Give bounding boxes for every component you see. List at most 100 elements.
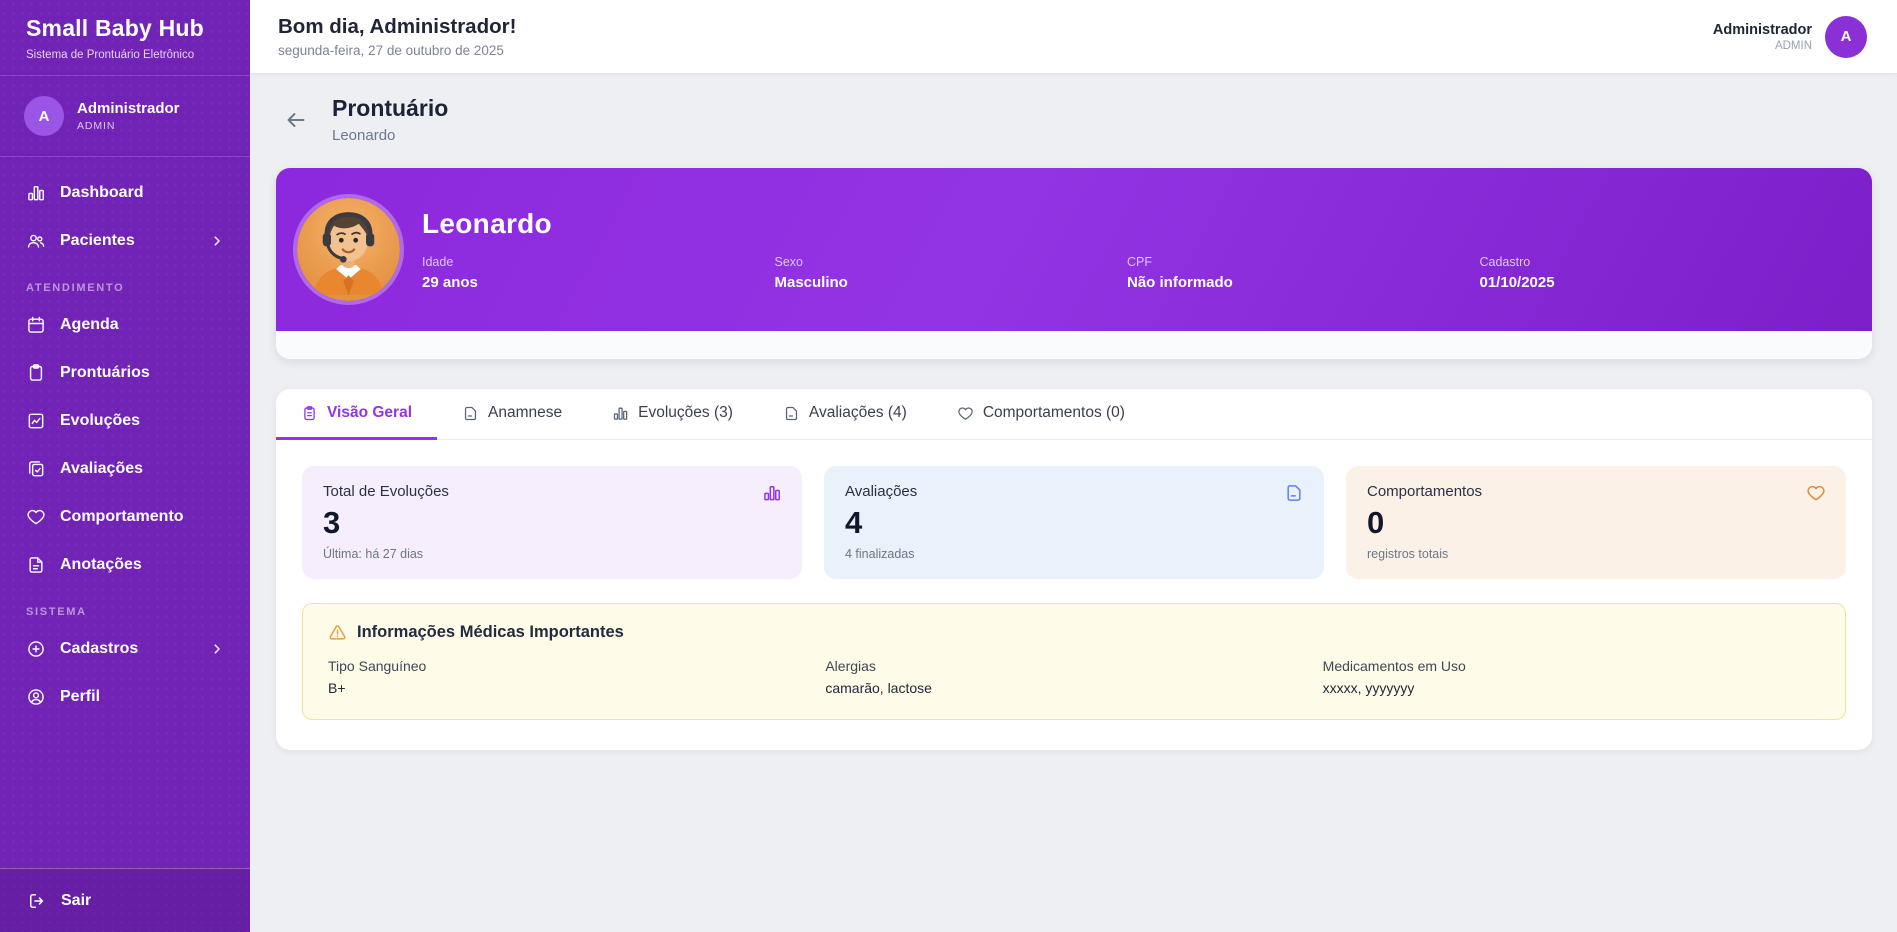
sidebar-item-label: Pacientes: [60, 232, 135, 249]
stat-subtext: Última: há 27 dias: [323, 547, 424, 562]
tab-anamnese[interactable]: Anamnese: [437, 389, 587, 440]
tab-avaliacoes[interactable]: Avaliações (4): [758, 389, 932, 440]
patient-banner: Leonardo Idade 29 anos Sexo Masculino CP…: [276, 168, 1872, 331]
record-card: Visão Geral Anamnese Evoluções (3) Avali…: [276, 389, 1872, 750]
note-icon: [26, 555, 46, 575]
sidebar-item-dashboard[interactable]: Dashboard: [13, 169, 237, 217]
stat-value: 0: [1367, 505, 1385, 540]
heart-icon: [1806, 483, 1826, 503]
stat-card-avaliacoes: Avaliações 4 4 finalizadas: [824, 466, 1324, 579]
stat-card-evolucoes: Total de Evoluções 3 Última: há 27 dias: [302, 466, 802, 579]
stat-label: Total de Evoluções: [323, 483, 449, 500]
heart-icon: [957, 405, 974, 422]
arrow-left-icon: [284, 108, 308, 132]
document-icon: [783, 405, 800, 422]
sidebar-nav: Dashboard Pacientes ATENDIMENTO Agenda P…: [0, 157, 250, 721]
sidebar-item-label: Anotações: [60, 556, 142, 573]
logout-label: Sair: [61, 891, 92, 909]
sidebar-item-avaliacoes[interactable]: Avaliações: [13, 445, 237, 493]
clipboard-icon: [301, 405, 318, 422]
calendar-icon: [26, 315, 46, 335]
sidebar-item-label: Perfil: [60, 688, 101, 705]
sidebar-user-card: A Administrador ADMIN: [0, 76, 250, 157]
patient-banner-footer: [276, 331, 1872, 359]
field-label: Idade: [422, 255, 454, 269]
field-label: Medicamentos em Uso: [1322, 658, 1466, 674]
sidebar-logout-section: Sair: [0, 868, 250, 932]
field-value: xxxxx, yyyyyyy: [1322, 680, 1415, 696]
bar-chart-icon: [26, 183, 46, 203]
field-value: camarão, lactose: [825, 680, 932, 696]
app-title: Small Baby Hub: [26, 15, 204, 41]
sidebar-item-label: Avaliações: [60, 460, 144, 477]
sidebar-item-label: Dashboard: [60, 184, 144, 201]
tab-comportamentos[interactable]: Comportamentos (0): [932, 389, 1150, 440]
medical-field-medicamentos: Medicamentos em Uso xxxxx, yyyyyyy: [1323, 658, 1820, 696]
sidebar-section-atendimento: ATENDIMENTO: [26, 282, 125, 294]
sidebar: Small Baby Hub Sistema de Prontuário Ele…: [0, 0, 250, 932]
sidebar-item-agenda[interactable]: Agenda: [13, 301, 237, 349]
back-button[interactable]: [284, 108, 308, 132]
patient-field-cpf: CPF Não informado: [1127, 255, 1480, 291]
field-value: Não informado: [1127, 274, 1233, 291]
avatar: A: [24, 96, 64, 136]
tab-visao-geral[interactable]: Visão Geral: [276, 389, 438, 440]
sidebar-item-evolucoes[interactable]: Evoluções: [13, 397, 237, 445]
bar-chart-icon: [612, 405, 629, 422]
main-content: Prontuário Leonardo Leonardo Idade 29 an…: [250, 73, 1897, 932]
field-value: 29 anos: [422, 274, 478, 291]
sidebar-item-label: Agenda: [60, 316, 119, 333]
tabs-bar: Visão Geral Anamnese Evoluções (3) Avali…: [276, 389, 1872, 440]
bar-chart-icon: [762, 483, 782, 503]
medical-info-box: Informações Médicas Importantes Tipo San…: [302, 603, 1846, 720]
medical-info-title: Informações Médicas Importantes: [357, 623, 624, 641]
trend-chart-icon: [26, 411, 46, 431]
tab-label: Visão Geral: [327, 404, 413, 421]
avatar[interactable]: A: [1825, 15, 1867, 58]
stats-row: Total de Evoluções 3 Última: há 27 dias …: [302, 466, 1846, 579]
medical-field-tipo-sanguineo: Tipo Sanguíneo B+: [328, 658, 825, 696]
header-user-role: ADMIN: [1774, 39, 1812, 52]
sidebar-user-name: Administrador: [77, 100, 180, 117]
field-value: 01/10/2025: [1479, 274, 1555, 291]
clipboard-icon: [26, 363, 46, 383]
field-label: Alergias: [825, 658, 876, 674]
sidebar-item-label: Cadastros: [60, 640, 139, 657]
logout-icon: [27, 891, 47, 911]
user-circle-icon: [26, 687, 46, 707]
greeting-title: Bom dia, Administrador!: [278, 15, 517, 38]
tab-label: Anamnese: [488, 404, 563, 421]
sidebar-item-comportamento[interactable]: Comportamento: [13, 493, 237, 541]
app-tagline: Sistema de Prontuário Eletrônico: [26, 49, 195, 61]
sidebar-item-label: Prontuários: [60, 364, 150, 381]
stat-subtext: 4 finalizadas: [845, 547, 915, 562]
sidebar-section-sistema: SISTEMA: [26, 606, 87, 618]
field-label: Cadastro: [1479, 255, 1531, 269]
sidebar-item-cadastros[interactable]: Cadastros: [13, 625, 237, 673]
stat-card-comportamentos: Comportamentos 0 registros totais: [1346, 466, 1846, 579]
logout-button[interactable]: Sair: [0, 869, 250, 932]
top-header: Bom dia, Administrador! segunda-feira, 2…: [250, 0, 1897, 73]
page-header: Prontuário Leonardo: [276, 95, 1872, 144]
field-label: Sexo: [774, 255, 804, 269]
sidebar-item-pacientes[interactable]: Pacientes: [13, 217, 237, 265]
sidebar-item-perfil[interactable]: Perfil: [13, 673, 237, 721]
sidebar-user-role: ADMIN: [77, 120, 116, 132]
stat-label: Comportamentos: [1367, 483, 1483, 500]
sidebar-item-prontuarios[interactable]: Prontuários: [13, 349, 237, 397]
stat-subtext: registros totais: [1367, 547, 1449, 562]
header-user-menu[interactable]: Administrador ADMIN A: [1713, 15, 1867, 58]
warning-triangle-icon: [328, 623, 347, 642]
patient-name: Leonardo: [422, 208, 552, 239]
stat-value: 3: [323, 505, 341, 540]
sidebar-item-label: Comportamento: [60, 508, 184, 525]
page-title: Prontuário: [332, 95, 449, 121]
tab-evolucoes[interactable]: Evoluções (3): [587, 389, 758, 440]
sidebar-item-label: Evoluções: [60, 412, 141, 429]
plus-circle-icon: [26, 639, 46, 659]
patient-info: Leonardo Idade 29 anos Sexo Masculino CP…: [422, 208, 1832, 291]
patient-field-idade: Idade 29 anos: [422, 255, 775, 291]
stat-value: 4: [845, 505, 863, 540]
patient-photo: [297, 198, 400, 301]
sidebar-item-anotacoes[interactable]: Anotações: [13, 541, 237, 589]
